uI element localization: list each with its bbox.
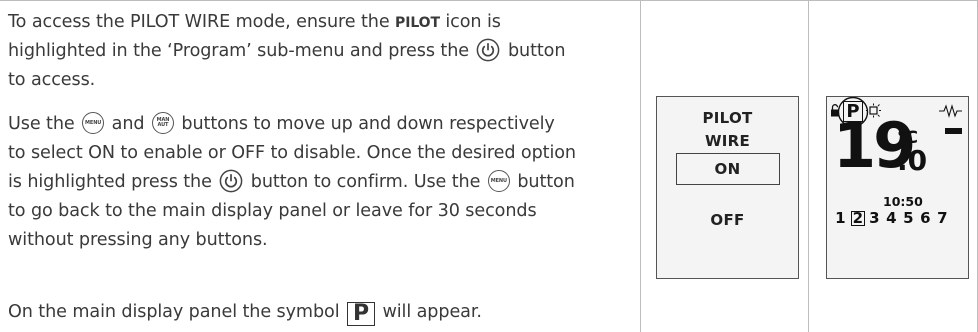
screen-title-line1: PILOT bbox=[702, 109, 753, 127]
day-6: 6 bbox=[920, 209, 931, 227]
paragraph-select: Use the MENU and MAN AUT buttons to move … bbox=[8, 112, 576, 250]
bar-icon bbox=[945, 128, 962, 134]
pilot-wire-screen: PILOT WIRE ON OFF bbox=[656, 96, 799, 279]
main-display-screen: P 19 °C .0 10:50 1234567 bbox=[826, 96, 969, 279]
paragraph-symbol: On the main display panel the symbol P w… bbox=[8, 301, 482, 326]
temperature-decimal: .0 bbox=[897, 144, 928, 177]
column-divider-1 bbox=[640, 0, 641, 332]
clock-display: 10:50 bbox=[883, 194, 923, 209]
day-2-selected: 2 bbox=[851, 209, 865, 227]
option-on: ON bbox=[714, 160, 741, 178]
day-7: 7 bbox=[937, 209, 948, 227]
heater-icon bbox=[939, 104, 962, 118]
menu-button-icon: MENU bbox=[487, 170, 510, 192]
pilot-keyword: PILOT bbox=[395, 15, 440, 31]
pilot-symbol-icon: P bbox=[346, 302, 375, 326]
option-off: OFF bbox=[710, 211, 745, 229]
table-top-border bbox=[0, 0, 978, 1]
screen-title-line2: WIRE bbox=[704, 132, 751, 150]
day-1: 1 bbox=[835, 209, 846, 227]
power-icon bbox=[219, 169, 243, 193]
paragraph-access: To access the PILOT WIRE mode, ensure th… bbox=[8, 12, 566, 90]
power-icon bbox=[477, 38, 500, 62]
day-3: 3 bbox=[869, 209, 880, 227]
day-4: 4 bbox=[886, 209, 897, 227]
man-aut-button-icon: MAN AUT bbox=[151, 112, 174, 134]
menu-button-icon: MENU bbox=[82, 112, 105, 134]
day-indicators: 1234567 bbox=[832, 209, 951, 227]
column-divider-2 bbox=[808, 0, 809, 332]
day-5: 5 bbox=[903, 209, 914, 227]
